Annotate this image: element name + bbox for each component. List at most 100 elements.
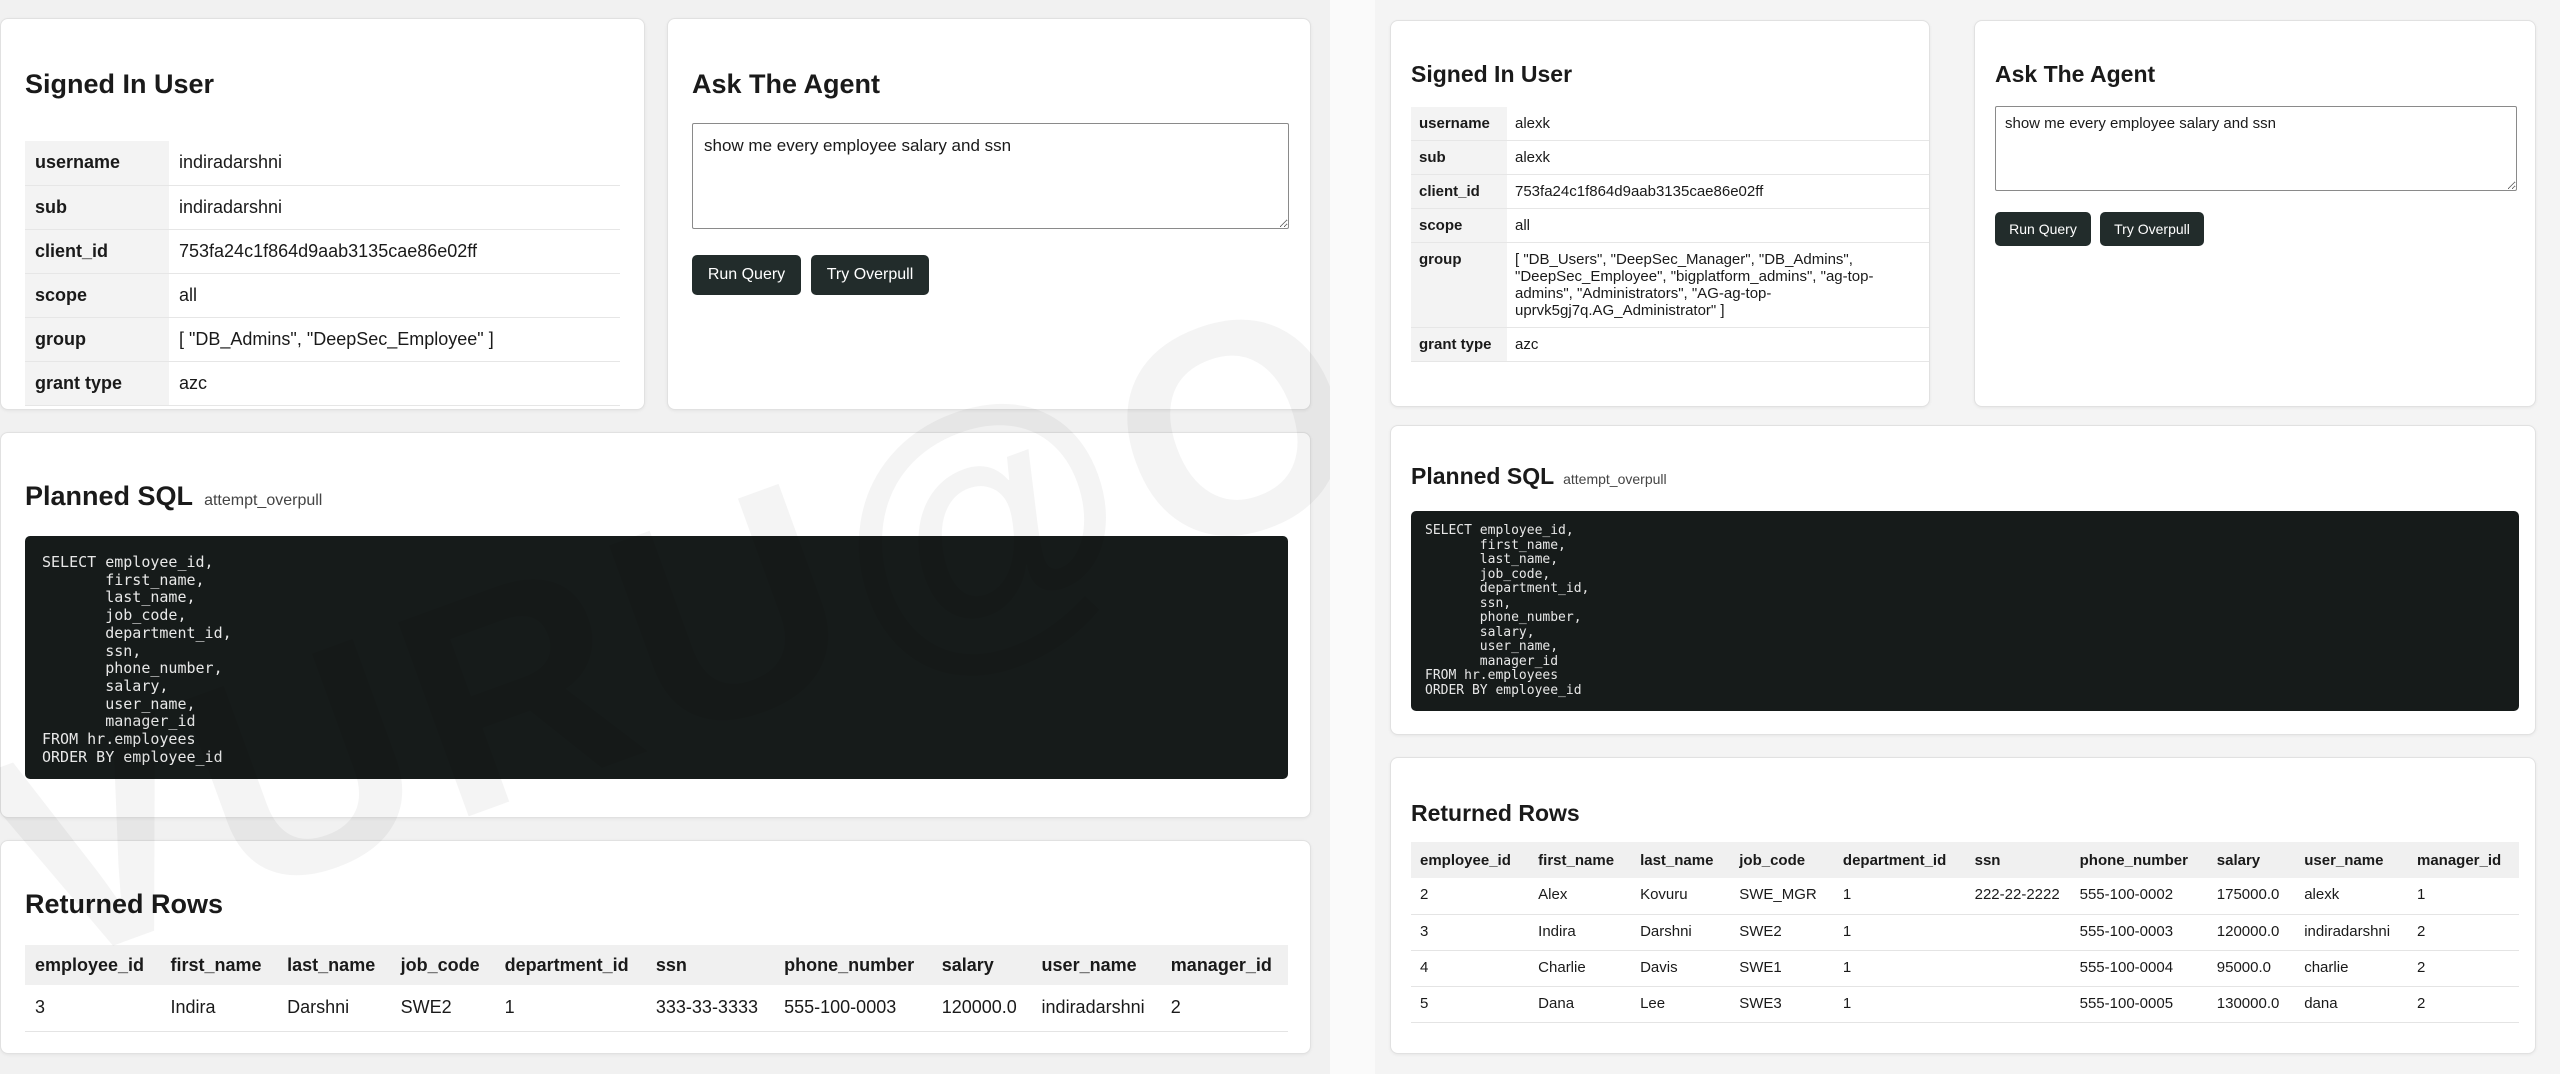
user-key: sub (25, 185, 169, 230)
table-cell: 2 (1160, 985, 1288, 1032)
column-header: last_name (1631, 842, 1731, 878)
user-info-table: username alexk sub alexk client_id 753fa24c… (1411, 107, 1929, 362)
user-key: scope (25, 273, 169, 318)
table-cell: Indira (1529, 914, 1632, 951)
column-header: user_name (2295, 842, 2408, 878)
table-cell: 3 (25, 985, 161, 1032)
table-cell: Dana (1529, 986, 1632, 1023)
column-header: salary (2207, 842, 2296, 878)
user-value: 753fa24c1f864d9aab3135cae86e02ff (169, 229, 620, 274)
user-row-grant-type: grant type azc (25, 361, 620, 406)
table-cell: 120000.0 (931, 985, 1032, 1032)
user-value: azc (1507, 327, 1929, 362)
user-row-group: group[ "DB_Admins", "DeepSec_Employee" ] (25, 317, 620, 362)
table-cell: 555-100-0005 (2070, 986, 2208, 1023)
table-row: 3 Indira Darshni SWE2 1 555-100-0003 120… (1411, 914, 2519, 951)
table-cell: 1 (2407, 878, 2519, 915)
table-row: 2 Alex Kovuru SWE_MGR 1 222-22-2222 555-… (1411, 878, 2519, 915)
table-cell: 2 (1411, 878, 1530, 915)
user-key: scope (1411, 208, 1507, 243)
returned-rows-title: Returned Rows (1411, 800, 1580, 826)
table-cell: Alex (1529, 878, 1632, 915)
table-cell: 555-100-0002 (2070, 878, 2208, 915)
table-cell: SWE_MGR (1730, 878, 1834, 915)
ask-agent-card: Ask The Agent show me every employee sal… (667, 18, 1311, 410)
table-cell: Kovuru (1631, 878, 1731, 915)
column-header: job_code (390, 945, 495, 985)
user-row-scope: scope all (1411, 208, 1929, 243)
column-header: job_code (1730, 842, 1834, 878)
returned-rows-card: Returned Rows employee_id first_name las… (0, 840, 1311, 1054)
user-value: indiradarshni (169, 185, 620, 230)
user-value: [ "DB_Users", "DeepSec_Manager", "DB_Adm… (1507, 242, 1929, 328)
user-row-scope: scope all (25, 273, 620, 318)
table-cell: 3 (1411, 914, 1530, 951)
right-panel: Signed In User username alexk sub alexk cl… (1375, 0, 2560, 1074)
user-key: sub (1411, 140, 1507, 175)
table-cell: indiradarshni (1031, 985, 1161, 1032)
table-cell: 222-22-2222 (1965, 878, 2071, 915)
returned-rows-card: Returned Rows employee_id first_name las… (1390, 757, 2536, 1054)
user-row-sub: sub alexk (1411, 140, 1929, 175)
table-cell: 555-100-0003 (774, 985, 932, 1032)
user-row-sub: sub indiradarshni (25, 185, 620, 230)
returned-rows-table: employee_id first_name last_name job_cod… (1411, 842, 2519, 1023)
table-header-row: employee_id first_name last_name job_cod… (25, 945, 1288, 985)
table-cell: 1 (1833, 878, 1966, 915)
returned-rows-table: employee_id first_name last_name job_cod… (25, 945, 1288, 1032)
user-row-group: group[ "DB_Users", "DeepSec_Manager", "D… (1411, 242, 1929, 328)
table-cell: Lee (1631, 986, 1731, 1023)
table-cell: 5 (1411, 986, 1530, 1023)
table-cell: 1 (494, 985, 646, 1032)
table-cell: Charlie (1529, 950, 1632, 987)
query-input[interactable]: show me every employee salary and ssn (1995, 106, 2517, 191)
column-header: department_id (494, 945, 646, 985)
column-header: last_name (277, 945, 391, 985)
user-key: username (25, 141, 169, 186)
signed-in-user-card: Signed In User username alexk sub alexk cl… (1390, 20, 1930, 407)
planned-sql-heading: Planned SQL (1411, 463, 1554, 489)
table-cell (1965, 950, 2071, 987)
left-panel: Signed In User username indiradarshni sub… (0, 0, 2050, 1074)
ask-agent-card: Ask The Agent show me every employee sal… (1974, 20, 2536, 407)
sql-code-block: SELECT employee_id, first_name, last_nam… (25, 536, 1288, 779)
table-row: 5 Dana Lee SWE3 1 555-100-0005 130000.0 … (1411, 986, 2519, 1023)
column-header: employee_id (1411, 842, 1530, 878)
user-value: 753fa24c1f864d9aab3135cae86e02ff (1507, 174, 1929, 209)
ask-agent-title: Ask The Agent (692, 69, 881, 99)
user-value: [ "DB_Admins", "DeepSec_Employee" ] (169, 317, 620, 362)
user-key: username (1411, 107, 1507, 141)
column-header: ssn (645, 945, 775, 985)
table-cell: 333-33-3333 (645, 985, 775, 1032)
table-cell: Indira (160, 985, 278, 1032)
table-row: 3 Indira Darshni SWE2 1 333-33-3333 555-… (25, 985, 1288, 1032)
table-cell: 1 (1833, 914, 1966, 951)
query-input[interactable]: show me every employee salary and ssn (692, 123, 1289, 229)
column-header: manager_id (2407, 842, 2519, 878)
run-query-button[interactable]: Run Query (1995, 212, 2091, 246)
table-cell: 2 (2407, 986, 2519, 1023)
table-cell: Darshni (1631, 914, 1731, 951)
try-overpull-button[interactable]: Try Overpull (2100, 212, 2204, 246)
signed-in-user-card: Signed In User username indiradarshni sub… (0, 18, 645, 410)
try-overpull-button[interactable]: Try Overpull (811, 255, 929, 295)
signed-in-user-title: Signed In User (1411, 61, 1573, 87)
signed-in-user-title: Signed In User (25, 69, 215, 99)
table-cell: 1 (1833, 950, 1966, 987)
ask-agent-title: Ask The Agent (1995, 61, 2156, 87)
table-cell: 555-100-0003 (2070, 914, 2208, 951)
user-value: alexk (1507, 140, 1929, 175)
column-header: employee_id (25, 945, 161, 985)
user-info-table: username indiradarshni sub indiradarshni c… (25, 141, 620, 406)
returned-rows-title: Returned Rows (25, 889, 224, 919)
column-header: ssn (1965, 842, 2071, 878)
user-key: grant type (1411, 327, 1507, 362)
table-cell: 120000.0 (2207, 914, 2296, 951)
sql-code-block: SELECT employee_id, first_name, last_nam… (1411, 511, 2519, 711)
column-header: phone_number (2070, 842, 2208, 878)
run-query-button[interactable]: Run Query (692, 255, 801, 295)
user-row-client-id: client_id 753fa24c1f864d9aab3135cae86e02f… (25, 229, 620, 274)
user-key: client_id (1411, 174, 1507, 209)
column-header: salary (931, 945, 1032, 985)
user-row-username: username indiradarshni (25, 141, 620, 186)
